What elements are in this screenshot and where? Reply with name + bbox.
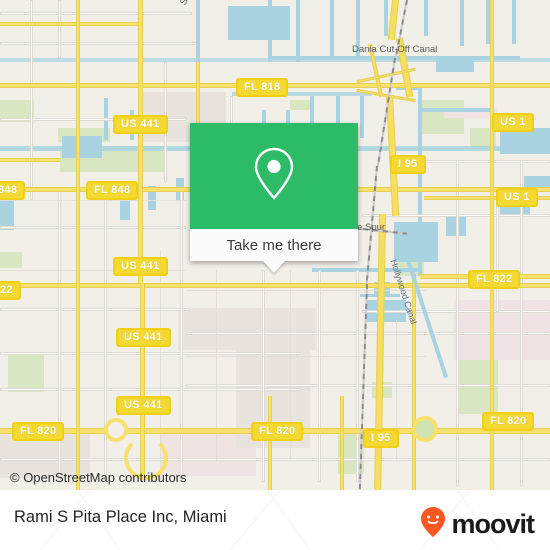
card-pointer [263,261,285,273]
road-shield: I 95 [390,155,426,174]
street [0,352,300,355]
street [0,226,186,229]
water-canal [512,0,516,44]
water-canal [330,0,334,58]
water-pond [228,6,290,40]
landuse-park [0,252,22,268]
road-us441 [138,0,143,283]
landuse-residential [178,308,316,350]
street [0,388,300,391]
place-title: Rami S Pita Place Inc, Miami [14,508,227,526]
take-me-there-card[interactable]: Take me there [190,123,358,273]
moovit-pin-smile-icon [420,506,446,543]
street [0,458,550,461]
roundabout [412,416,438,442]
street [318,270,321,482]
water-pond [62,136,102,158]
road-arterial [76,0,80,490]
road-minor-arterial [0,158,60,162]
road-shield: FL 820 [12,422,65,441]
roundabout [104,418,128,442]
street [456,160,459,486]
water-canal [360,96,364,138]
road-shield: US 441 [116,396,171,415]
water-canal [418,108,492,112]
road-shield: US 1 [496,188,538,207]
road-shield: US 441 [113,115,168,134]
landuse-park [8,352,44,392]
street-minor [186,290,426,291]
road-minor-arterial [0,22,140,26]
water-canal [296,0,300,62]
water-canal [460,0,464,46]
water-pond [436,58,474,72]
street [30,0,33,200]
road-shield: US 441 [113,257,168,276]
card-pin-area [190,123,358,229]
street [262,270,265,482]
road-shield: FL 820 [251,422,304,441]
map-screen: Sou Dania Cut-Off Canal le Spur Hollywoo… [0,0,550,550]
street [424,160,550,163]
road-shield: 22 [0,281,21,300]
map-label: Sou [178,0,196,7]
street [186,332,550,335]
landuse-park [290,100,312,110]
road-arterial [268,396,272,490]
street [0,308,190,311]
road-shield: FL 818 [236,78,289,97]
road-i95 [374,213,386,490]
road-shield: FL 822 [468,270,521,289]
water-pond [394,222,438,262]
street-minor [0,200,186,201]
osm-attribution[interactable]: © OpenStreetMap contributors [10,470,187,485]
road-shield: FL 820 [482,412,535,431]
street [496,200,499,312]
road-i95 [387,0,399,41]
map-label: le Spur [355,222,386,233]
road-shield: US 441 [116,328,171,347]
street [520,160,523,486]
footer-bar: Rami S Pita Place Inc, Miami moovit [0,490,550,550]
road-shield: US 1 [492,113,534,132]
map-label-canal: Dania Cut-Off Canal [352,44,438,55]
street [0,12,192,15]
take-me-there-label[interactable]: Take me there [190,229,358,261]
street [356,270,359,482]
location-pin-icon [252,146,296,207]
water-canal [384,0,388,36]
road-arterial [340,396,344,490]
landuse-commercial [454,300,550,360]
road-shield: I 95 [363,429,399,448]
road-shield: 848 [0,181,26,200]
street [186,384,550,387]
moovit-logo[interactable]: moovit [420,506,535,543]
street-minor [186,356,426,357]
street [58,0,61,58]
street [180,190,183,480]
moovit-wordmark: moovit [451,509,535,539]
map-canvas[interactable]: Sou Dania Cut-Off Canal le Spur Hollywoo… [0,0,550,490]
road-shield: FL 848 [86,181,139,200]
water-canal [424,0,428,36]
